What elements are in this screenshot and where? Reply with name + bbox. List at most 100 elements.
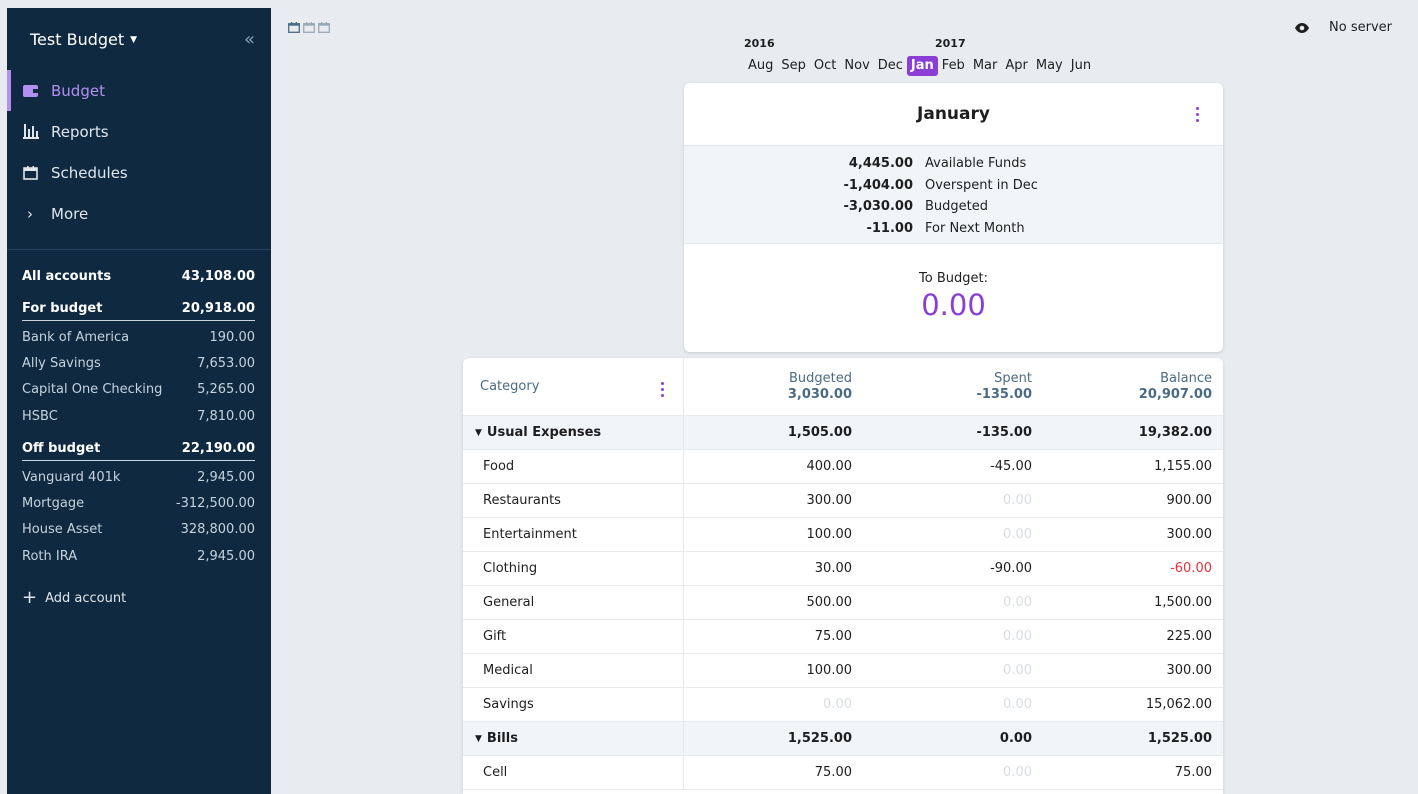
budgeted-cell[interactable]: 500.00 (684, 595, 864, 610)
group-row[interactable]: ▼ Usual Expenses 1,505.00 -135.00 19,382.… (463, 416, 1223, 450)
bar-chart-icon (23, 124, 45, 139)
calendar-icon[interactable] (303, 18, 315, 37)
balance-cell[interactable]: 75.00 (1044, 765, 1223, 780)
category-row[interactable]: Clothing 30.00 -90.00 -60.00 (463, 552, 1223, 586)
balance-cell[interactable]: 1,155.00 (1044, 459, 1223, 474)
category-name[interactable]: Entertainment (463, 518, 684, 551)
month-may[interactable]: May (1032, 56, 1067, 76)
month-dec[interactable]: Dec (874, 56, 907, 76)
budget-name: Test Budget (30, 29, 125, 49)
spent-cell[interactable]: 0.00 (864, 493, 1044, 508)
month-oct[interactable]: Oct (810, 56, 840, 76)
summary-line: -1,404.00 Overspent in Dec (684, 175, 1223, 197)
nav-label: Reports (51, 122, 109, 141)
summary-label: Overspent in Dec (925, 177, 1038, 193)
budgeted-cell[interactable]: 100.00 (684, 527, 864, 542)
balance-cell: 19,382.00 (1138, 425, 1212, 440)
caret-down-icon[interactable]: ▼ (475, 734, 482, 744)
category-row[interactable]: Medical 100.00 0.00 300.00 (463, 654, 1223, 688)
category-name[interactable]: Food (463, 450, 684, 483)
group-row[interactable]: ▼ Bills 1,525.00 0.00 1,525.00 (463, 722, 1223, 756)
category-row[interactable]: Entertainment 100.00 0.00 300.00 (463, 518, 1223, 552)
balance-cell[interactable]: 225.00 (1044, 629, 1223, 644)
month-jan-selected[interactable]: Jan (906, 56, 938, 76)
nav-item-budget[interactable]: Budget (7, 70, 271, 111)
spent-cell[interactable]: -45.00 (864, 459, 1044, 474)
eye-icon[interactable] (1295, 22, 1310, 33)
collapse-sidebar-icon[interactable]: « (244, 29, 255, 50)
account-row[interactable]: Vanguard 401k 2,945.00 (7, 464, 271, 490)
budgeted-cell[interactable]: 0.00 (684, 697, 864, 712)
balance-cell[interactable]: 1,500.00 (1044, 595, 1223, 610)
category-row[interactable]: Gift 75.00 0.00 225.00 (463, 620, 1223, 654)
calendar-icon[interactable] (288, 18, 300, 37)
month-feb[interactable]: Feb (938, 56, 969, 76)
category-name[interactable]: Cell (463, 756, 684, 789)
balance-cell[interactable]: -60.00 (1044, 561, 1223, 576)
balance-header: Balance 20,907.00 (1044, 371, 1223, 403)
category-row[interactable]: Cell 75.00 0.00 75.00 (463, 756, 1223, 790)
account-row[interactable]: Ally Savings 7,653.00 (7, 350, 271, 376)
balance-cell: 1,525.00 (1147, 731, 1212, 746)
group-name: Bills (486, 731, 518, 746)
spent-cell[interactable]: 0.00 (864, 663, 1044, 678)
spent-cell[interactable]: 0.00 (864, 765, 1044, 780)
nav-item-more[interactable]: › More (7, 193, 271, 234)
month-nov[interactable]: Nov (840, 56, 873, 76)
spent-cell[interactable]: 0.00 (864, 595, 1044, 610)
category-name[interactable]: General (463, 586, 684, 619)
nav-item-reports[interactable]: Reports (7, 111, 271, 152)
month-sep[interactable]: Sep (777, 56, 810, 76)
category-name[interactable]: Medical (463, 654, 684, 687)
month-jun[interactable]: Jun (1067, 56, 1095, 76)
month-apr[interactable]: Apr (1001, 56, 1032, 76)
budgeted-cell[interactable]: 100.00 (684, 663, 864, 678)
spent-cell[interactable]: 0.00 (864, 629, 1044, 644)
spent-cell[interactable]: 0.00 (864, 527, 1044, 542)
group-name-cell[interactable]: ▼ Usual Expenses (463, 416, 684, 449)
account-row[interactable]: Capital One Checking 5,265.00 (7, 377, 271, 403)
balance-cell[interactable]: 900.00 (1044, 493, 1223, 508)
balance-cell[interactable]: 15,062.00 (1044, 697, 1223, 712)
category-name[interactable]: Restaurants (463, 484, 684, 517)
category-row[interactable]: Savings 0.00 0.00 15,062.00 (463, 688, 1223, 722)
spent-cell[interactable]: 0.00 (864, 697, 1044, 712)
all-accounts[interactable]: All accounts 43,108.00 (7, 258, 271, 294)
more-vertical-icon[interactable] (1192, 105, 1203, 124)
budgeted-cell[interactable]: 75.00 (684, 629, 864, 644)
category-row[interactable]: Food 400.00 -45.00 1,155.00 (463, 450, 1223, 484)
month-aug[interactable]: Aug (744, 56, 777, 76)
budgeted-cell[interactable]: 300.00 (684, 493, 864, 508)
category-name[interactable]: Clothing (463, 552, 684, 585)
balance-cell[interactable]: 300.00 (1044, 527, 1223, 542)
budgeted-cell[interactable]: 400.00 (684, 459, 864, 474)
add-account-button[interactable]: + Add account (7, 583, 271, 613)
add-account-label: Add account (45, 590, 127, 606)
budgeted-cell[interactable]: 30.00 (684, 561, 864, 576)
account-row[interactable]: House Asset 328,800.00 (7, 517, 271, 543)
account-row[interactable]: Mortgage -312,500.00 (7, 490, 271, 516)
plus-icon: + (22, 587, 38, 609)
budget-name-menu[interactable]: Test Budget ▼ (30, 30, 137, 49)
account-balance: 5,265.00 (197, 382, 255, 398)
category-name[interactable]: Gift (463, 620, 684, 653)
server-status[interactable]: No server (1329, 20, 1392, 35)
month-mar[interactable]: Mar (969, 56, 1002, 76)
nav-item-schedules[interactable]: Schedules (7, 152, 271, 193)
for-budget-group[interactable]: For budget 20,918.00 (22, 297, 255, 321)
calendar-icon[interactable] (318, 18, 330, 37)
account-row[interactable]: Bank of America 190.00 (7, 324, 271, 350)
category-name[interactable]: Savings (463, 688, 684, 721)
group-name-cell[interactable]: ▼ Bills (463, 722, 684, 755)
more-vertical-icon[interactable] (657, 380, 668, 399)
to-budget-value[interactable]: 0.00 (684, 288, 1223, 322)
category-row[interactable]: General 500.00 0.00 1,500.00 (463, 586, 1223, 620)
spent-cell[interactable]: -90.00 (864, 561, 1044, 576)
balance-cell[interactable]: 300.00 (1044, 663, 1223, 678)
caret-down-icon[interactable]: ▼ (475, 428, 482, 438)
category-row[interactable]: Restaurants 300.00 0.00 900.00 (463, 484, 1223, 518)
account-row[interactable]: Roth IRA 2,945.00 (7, 543, 271, 569)
account-row[interactable]: HSBC 7,810.00 (7, 403, 271, 429)
budgeted-cell[interactable]: 75.00 (684, 765, 864, 780)
off-budget-group[interactable]: Off budget 22,190.00 (22, 437, 255, 462)
